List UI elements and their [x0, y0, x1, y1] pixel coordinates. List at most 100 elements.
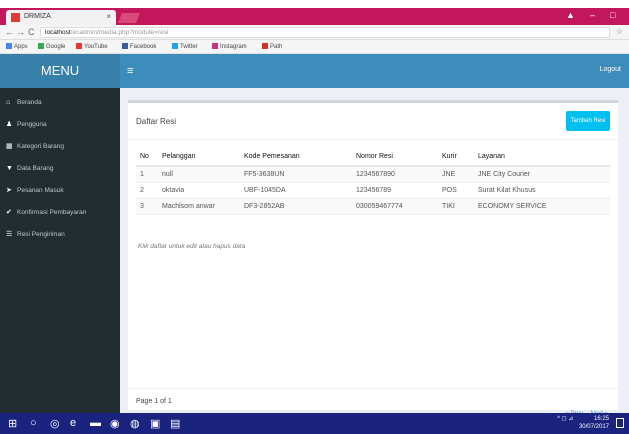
bookmark-youtube[interactable]: YouTube [76, 43, 108, 50]
sidebar-item-label: Data Barang [17, 165, 54, 172]
clock-time: 16:25 [593, 416, 609, 422]
send-icon: ➤ [6, 187, 12, 194]
check-icon: ✔ [6, 209, 12, 216]
table-row[interactable]: 2 oktavia UBF-1045DA 123456789 POS Surat… [136, 182, 610, 199]
column-header: Layanan [474, 148, 610, 167]
filter-icon: ▼ [6, 165, 13, 172]
bookmark-apps[interactable]: Apps [6, 43, 28, 50]
divider [128, 388, 618, 389]
facebook-icon [122, 43, 128, 49]
tab-close-icon[interactable]: × [106, 12, 111, 21]
google-icon [38, 43, 44, 49]
table-cell: JNE City Courier [474, 166, 610, 183]
home-icon: ⌂ [6, 99, 11, 106]
box-title: Daftar Resi [136, 117, 177, 126]
sidebar-item-data-barang[interactable]: ▼ Data Barang [0, 158, 120, 180]
browser-tab-bar: DRMIZA × ▲ – □ [0, 8, 629, 25]
sidebar-item-label: Beranda [17, 99, 42, 106]
table-cell: POS [438, 182, 474, 199]
table-cell: Machlsom anwar [158, 198, 240, 215]
url-host: localhost [45, 29, 71, 36]
chrome-icon[interactable]: ◉ [110, 417, 120, 430]
bookmark-star-icon[interactable]: ☆ [616, 27, 623, 36]
firefox-icon[interactable]: ◍ [130, 417, 140, 430]
word-icon[interactable]: ▤ [170, 417, 180, 430]
table-cell: DF3-2852AB [240, 198, 352, 215]
app-header: MENU ≡ Logout [0, 54, 629, 88]
file-explorer-icon[interactable]: ▬ [90, 417, 101, 429]
instagram-icon [212, 43, 218, 49]
address-bar-row: ← → C localhost/ecadmin/media.php?module… [0, 25, 629, 40]
sidebar-item-pesanan-masuk[interactable]: ➤ Pesanan Masuk [0, 180, 120, 202]
sidebar-item-kategori-barang[interactable]: ▦ Kategori Barang [0, 136, 120, 158]
task-view-icon[interactable]: ◎ [50, 417, 60, 430]
taskbar: ⊞ ○ ◎ e ▬ ◉ ◍ ▣ ▤ ^ ◻ ⊿ 16:25 30/07/2017 [0, 413, 629, 434]
table-cell: UBF-1045DA [240, 182, 352, 199]
apps-icon [6, 43, 12, 49]
user-icon[interactable]: ▲ [566, 10, 575, 20]
sidebar-item-label: Konfirmasi Pembayaran [17, 209, 87, 216]
browser-tab[interactable]: DRMIZA × [6, 10, 116, 25]
favicon-icon [11, 13, 20, 22]
table-cell: ECONOMY SERVICE [474, 198, 610, 215]
bookmark-path[interactable]: Path [262, 43, 282, 50]
table-cell: 030059467774 [352, 198, 438, 215]
column-header: Nomor Resi [352, 148, 438, 167]
bookmark-google[interactable]: Google [38, 43, 65, 50]
table-cell: 123456789 [352, 182, 438, 199]
column-header: Kurir [438, 148, 474, 167]
back-icon[interactable]: ← [5, 27, 14, 37]
bookmark-facebook[interactable]: Facebook [122, 43, 156, 50]
clock-date: 30/07/2017 [578, 424, 609, 430]
maximize-icon[interactable]: □ [610, 10, 615, 20]
main-content: Daftar Resi Tambah Resi No Pelanggan Kod… [120, 88, 629, 417]
minimize-icon[interactable]: – [590, 10, 595, 20]
tray-icons: ^ ◻ ⊿ [557, 416, 574, 422]
edge-icon[interactable]: e [70, 417, 76, 429]
bookmark-instagram[interactable]: Instagram [212, 43, 247, 50]
table-cell: TIKI [438, 198, 474, 215]
store-icon[interactable]: ▣ [150, 417, 160, 430]
table-cell: 1234567890 [352, 166, 438, 183]
notification-icon[interactable] [616, 418, 624, 428]
bookmark-twitter[interactable]: Twitter [172, 43, 198, 50]
add-resi-button[interactable]: Tambah Resi [566, 111, 610, 131]
windows-start-icon[interactable]: ⊞ [8, 417, 17, 430]
table-cell: 2 [136, 182, 158, 199]
divider [128, 139, 618, 140]
sidebar-item-pengguna[interactable]: ♟ Pengguna [0, 114, 120, 136]
table-cell: 3 [136, 198, 158, 215]
youtube-icon [76, 43, 82, 49]
reload-icon[interactable]: C [28, 27, 35, 37]
table-cell: oktavia [158, 182, 240, 199]
browser-tab-title: DRMIZA [24, 13, 51, 20]
search-icon[interactable]: ○ [30, 417, 37, 429]
url-input[interactable]: localhost/ecadmin/media.php?module=resi [40, 27, 610, 38]
resi-box: Daftar Resi Tambah Resi No Pelanggan Kod… [128, 100, 618, 417]
logout-link[interactable]: Logout [600, 66, 621, 73]
system-tray[interactable]: ^ ◻ ⊿ 16:25 30/07/2017 [557, 415, 609, 431]
sidebar-item-label: Resi Pengiriman [17, 231, 65, 238]
column-header: No [136, 148, 158, 167]
hamburger-icon[interactable]: ≡ [127, 65, 133, 77]
sidebar-item-resi-pengiriman[interactable]: ☰ Resi Pengiriman [0, 224, 120, 246]
table-row[interactable]: 1 null FF5-3638UN 1234567890 JNE JNE Cit… [136, 166, 610, 183]
table-row[interactable]: 3 Machlsom anwar DF3-2852AB 030059467774… [136, 198, 610, 215]
sidebar-item-label: Kategori Barang [17, 143, 64, 150]
forward-icon[interactable]: → [16, 27, 25, 37]
table-cell: Surat Kilat Khusus [474, 182, 610, 199]
user-icon: ♟ [6, 121, 13, 128]
path-icon [262, 43, 268, 49]
list-icon: ☰ [6, 231, 13, 238]
column-header: Pelanggan [158, 148, 240, 167]
sidebar: ⌂ Beranda ♟ Pengguna ▦ Kategori Barang ▼ Dat… [0, 88, 120, 413]
caption-strip [0, 0, 629, 8]
page-info: Page 1 of 1 [136, 398, 172, 405]
grid-icon: ▦ [6, 143, 13, 150]
bookmarks-bar: Apps Google YouTube Facebook Twitter Ins… [0, 40, 629, 54]
sidebar-item-label: Pengguna [17, 121, 47, 128]
new-tab-button[interactable] [118, 13, 140, 23]
sidebar-item-konfirmasi-pembayaran[interactable]: ✔ Konfirmasi Pembayaran [0, 202, 120, 224]
sidebar-item-beranda[interactable]: ⌂ Beranda [0, 92, 120, 114]
table-cell: null [158, 166, 240, 183]
